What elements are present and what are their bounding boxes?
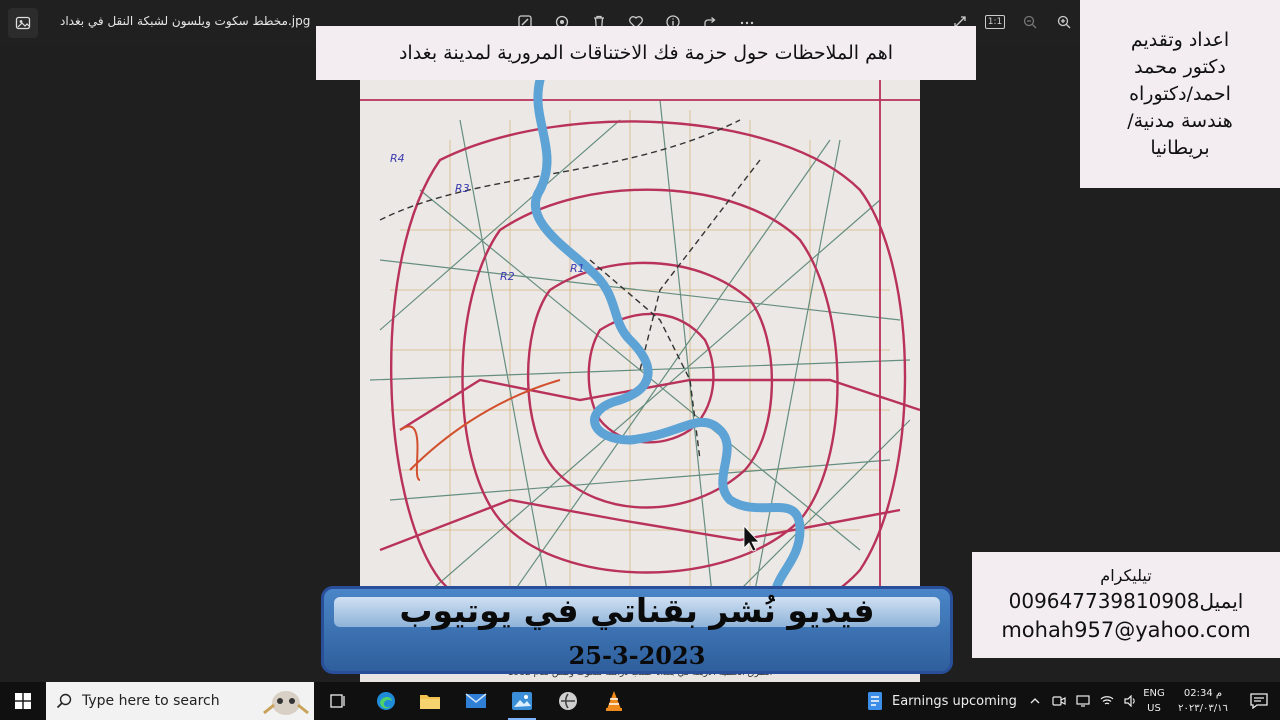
taskbar-search-box[interactable]: Type here to search — [46, 682, 314, 720]
author-line: احمد/دكتوراه — [1129, 82, 1231, 105]
chevron-up-icon[interactable] — [1026, 692, 1044, 710]
language-line: ENG — [1143, 688, 1165, 699]
author-line: هندسة مدنية/ — [1127, 109, 1233, 132]
author-line: اعداد وتقديم — [1130, 28, 1230, 51]
header-banner: اهم الملاحظات حول حزمة فك الاختناقات الم… — [316, 26, 976, 80]
zoom-in-icon[interactable] — [1054, 11, 1074, 33]
youtube-banner: فيديو نُشر بقناتي في يوتيوب 25-3-2023 — [321, 586, 953, 674]
task-view-icon[interactable] — [316, 682, 360, 720]
photos-app-icon[interactable] — [8, 8, 38, 38]
clock-time: 02:34 م — [1183, 688, 1223, 699]
ring-label-r1: R1 — [570, 262, 585, 275]
ring-label-r4: R4 — [390, 152, 405, 165]
notification-center-icon[interactable] — [1238, 682, 1280, 720]
mail-icon[interactable] — [454, 682, 498, 720]
banner-date: 25-3-2023 — [568, 641, 706, 670]
ring-label-r2: R2 — [500, 270, 515, 283]
news-text: Earnings upcoming — [892, 693, 1017, 709]
contact-box: تيليكرام 009647739810908ايميل mohah957@y… — [972, 552, 1280, 658]
network-icon[interactable] — [1074, 692, 1092, 710]
volume-icon[interactable] — [1122, 692, 1140, 710]
news-widget[interactable]: Earnings upcoming — [866, 682, 1017, 720]
search-highlight-illustration-icon — [263, 691, 309, 715]
language-indicator[interactable]: ENG US — [1142, 686, 1166, 716]
wifi-icon[interactable] — [1098, 692, 1116, 710]
windows-logo-icon — [15, 693, 31, 709]
system-tray — [1026, 682, 1140, 720]
ring-label-r3: R3 — [455, 182, 470, 195]
actual-size-label: 1:1 — [984, 15, 1006, 29]
vlc-icon[interactable] — [592, 682, 636, 720]
media-app-icon[interactable] — [546, 682, 590, 720]
edge-icon[interactable] — [364, 682, 408, 720]
zoom-out-icon[interactable] — [1020, 11, 1040, 33]
telegram-label: تيليكرام — [1100, 566, 1152, 585]
phone-line: 009647739810908ايميل — [1008, 589, 1244, 613]
start-button[interactable] — [0, 682, 46, 720]
windows-taskbar: Type here to search Earnings upcoming EN… — [0, 682, 1280, 720]
email-address: mohah957@yahoo.com — [1001, 618, 1251, 642]
photos-icon[interactable] — [500, 682, 544, 720]
news-icon — [868, 692, 882, 710]
meet-now-icon[interactable] — [1050, 692, 1068, 710]
file-explorer-icon[interactable] — [408, 682, 452, 720]
author-line: دكتور محمد — [1134, 55, 1226, 78]
author-box: اعداد وتقديم دكتور محمد احمد/دكتوراه هند… — [1080, 0, 1280, 188]
file-title: مخطط سكوت ويلسون لشبكة النقل في بغداد.jp… — [60, 14, 311, 28]
clock-date: ٢٠٢٣/٠٣/١٦ — [1178, 703, 1228, 714]
author-line: بريطانيا — [1150, 136, 1210, 159]
search-icon — [56, 693, 72, 709]
region-line: US — [1147, 703, 1161, 714]
header-text: اهم الملاحظات حول حزمة فك الاختناقات الم… — [398, 42, 894, 64]
banner-title: فيديو نُشر بقناتي في يوتيوب — [399, 591, 875, 630]
taskbar-clock[interactable]: 02:34 م ٢٠٢٣/٠٣/١٦ — [1176, 686, 1230, 716]
actual-size-icon[interactable]: 1:1 — [984, 11, 1006, 33]
search-placeholder: Type here to search — [82, 693, 220, 709]
